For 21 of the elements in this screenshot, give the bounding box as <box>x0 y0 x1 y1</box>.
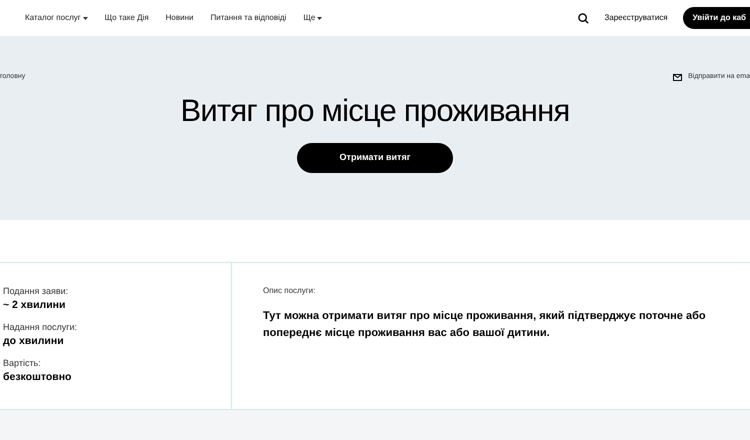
caret-icon <box>317 16 322 20</box>
fact-label: Вартість: <box>3 357 42 370</box>
register-link[interactable]: Зареєструватися <box>604 12 668 24</box>
page-title: Витяг про місце проживання <box>180 93 570 129</box>
fact-value: до хвилини <box>3 334 65 349</box>
get-extract-button[interactable]: Отримати витяг <box>297 143 453 173</box>
fact-label: Подання заяви: <box>3 285 70 298</box>
login-button[interactable]: Увійти до каб <box>682 7 750 29</box>
nav-link[interactable]: Ще <box>303 12 322 24</box>
fact-value: ~ 2 хвилини <box>3 298 66 313</box>
description-label: Опис послуги: <box>263 285 316 297</box>
fact-label: Надання послуги: <box>3 321 78 334</box>
fact-value: безкоштовно <box>3 370 72 385</box>
mail-icon <box>673 74 682 80</box>
nav-link[interactable]: Що таке Дія <box>104 12 149 24</box>
nav-link[interactable]: Каталог послуг <box>25 12 88 24</box>
caret-icon <box>82 16 88 20</box>
search-icon[interactable] <box>578 12 590 24</box>
nav-link[interactable]: Новини <box>166 12 194 24</box>
nav-link[interactable]: Питання та відповіді <box>210 12 286 24</box>
description-text: Тут можна отримати витяг про місце проживання, який підтверджує поточне або попереднє місце проживання вас або вашої дитини. <box>263 309 707 341</box>
